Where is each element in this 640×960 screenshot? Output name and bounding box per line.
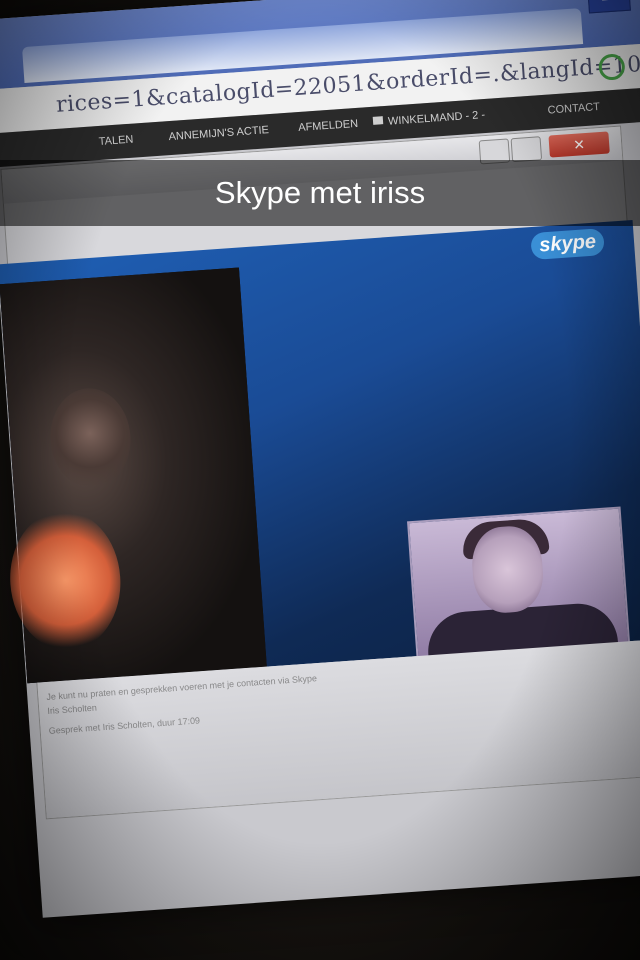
self-view-video[interactable] [407, 506, 631, 666]
skype-window: ✕ skype Je kunt nu praten en gesprekken … [0, 125, 640, 820]
monitor-screen: — rices=1&catalogId=22051&orderId=.&lang… [0, 0, 640, 918]
skype-logo: skype [530, 228, 605, 261]
remote-person [47, 385, 134, 491]
nav-item-winkelmand[interactable]: WINKELMAND - 2 - [388, 109, 486, 128]
video-call-area: skype [0, 219, 640, 684]
remote-hand [5, 506, 126, 655]
skype-close-button[interactable]: ✕ [548, 131, 610, 158]
nav-item-actie[interactable]: ANNEMIJN'S ACTIE [168, 124, 269, 143]
nav-item-talen[interactable]: TALEN [98, 134, 133, 148]
skype-maximize-button[interactable] [510, 136, 543, 163]
cart-icon [372, 116, 384, 125]
chat-line: Iris Scholten [47, 702, 98, 716]
remote-video-feed [0, 267, 267, 684]
snap-caption-bar: Skype met iriss [0, 160, 640, 226]
minimize-window-button[interactable]: — [587, 0, 631, 14]
chat-line: Gesprek met Iris Scholten, duur 17:09 [48, 715, 201, 736]
nav-item-contact[interactable]: CONTACT [547, 101, 600, 117]
snap-caption: Skype met iriss [214, 175, 426, 210]
nav-item-afmelden[interactable]: AFMELDEN [298, 118, 359, 134]
